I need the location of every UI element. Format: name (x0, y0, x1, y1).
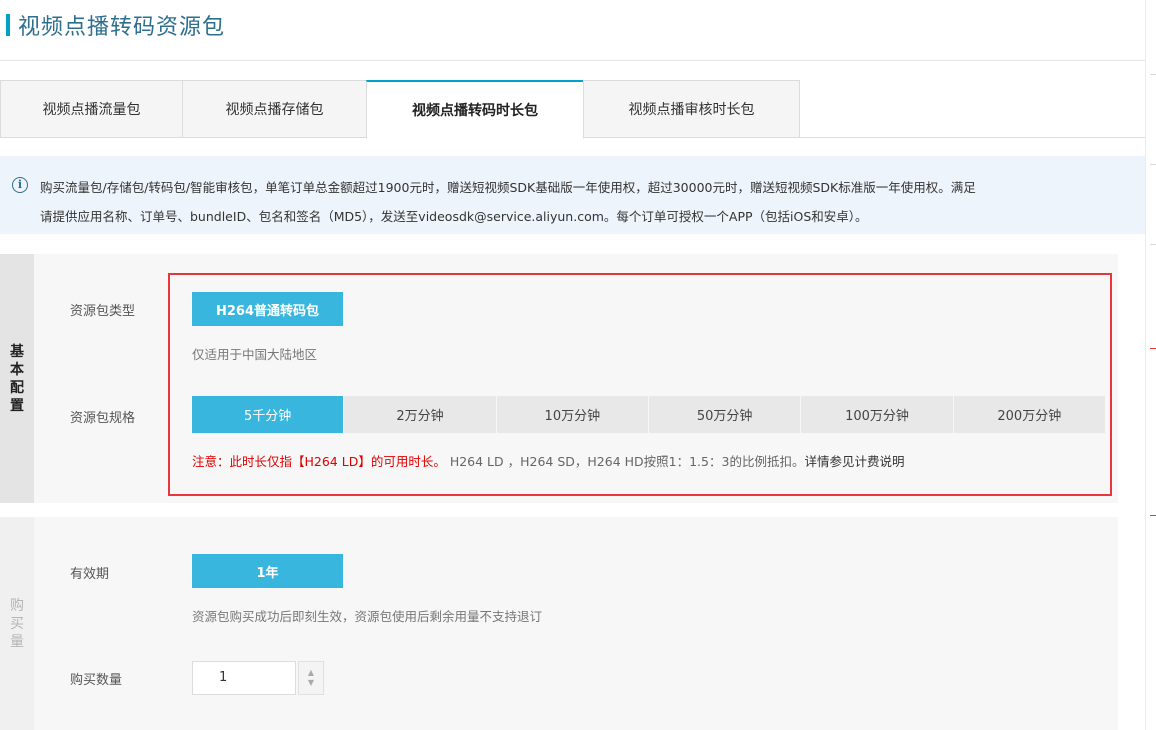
purchase-label: 购买量 (0, 517, 34, 730)
quantity-input[interactable]: 1 (192, 661, 296, 695)
info-notice: i 购买流量包/存储包/转码包/智能审核包，单笔订单总金额超过1900元时，赠送… (0, 156, 1145, 234)
page-title-text: 视频点播转码资源包 (18, 15, 226, 40)
tab-review-duration-package[interactable]: 视频点播审核时长包 (583, 80, 800, 138)
page-title: 视频点播转码资源包 (6, 10, 225, 40)
validity-label: 有效期 (70, 567, 110, 582)
right-edge-mark (1150, 515, 1156, 516)
tab-label: 视频点播存储包 (225, 102, 324, 118)
notice-line-1: 购买流量包/存储包/转码包/智能审核包，单笔订单总金额超过1900元时，赠送短视… (40, 180, 976, 195)
right-edge-mark (1150, 164, 1156, 165)
right-edge-mark (1150, 348, 1156, 349)
right-border (1145, 0, 1146, 730)
chevron-down-icon[interactable]: ▼ (308, 678, 314, 688)
right-edge-mark (1150, 244, 1156, 245)
tab-storage-package[interactable]: 视频点播存储包 (182, 80, 367, 138)
chevron-up-icon[interactable]: ▲ (308, 668, 314, 678)
section-label-text: 基本配置 (10, 343, 24, 414)
highlight-annotation-box (168, 273, 1112, 496)
quantity-label: 购买数量 (70, 673, 123, 688)
validity-option-1-year[interactable]: 1年 (192, 554, 343, 588)
section-label-text: 购买量 (10, 597, 24, 650)
package-spec-label: 资源包规格 (70, 411, 136, 426)
tab-traffic-package[interactable]: 视频点播流量包 (0, 80, 183, 138)
title-divider (0, 60, 1145, 61)
package-type-label: 资源包类型 (70, 304, 136, 319)
tab-label: 视频点播审核时长包 (628, 102, 755, 118)
tab-transcode-duration-package[interactable]: 视频点播转码时长包 (366, 80, 584, 139)
product-tabs: 视频点播流量包 视频点播存储包 视频点播转码时长包 视频点播审核时长包 (0, 80, 1145, 139)
right-edge-mark (1150, 74, 1156, 75)
purchase-section: 购买量 (0, 517, 1118, 730)
notice-line-2: 请提供应用名称、订单号、bundleID、包名和签名（MD5），发送至video… (40, 209, 868, 224)
quantity-stepper[interactable]: ▲ ▼ (298, 661, 324, 695)
tab-label: 视频点播流量包 (42, 102, 141, 118)
validity-hint: 资源包购买成功后即刻生效，资源包使用后剩余用量不支持退订 (192, 609, 543, 624)
basic-config-label: 基本配置 (0, 254, 34, 503)
info-circle-icon: i (12, 177, 28, 193)
tab-label: 视频点播转码时长包 (412, 103, 538, 119)
title-accent-bar (6, 14, 10, 36)
